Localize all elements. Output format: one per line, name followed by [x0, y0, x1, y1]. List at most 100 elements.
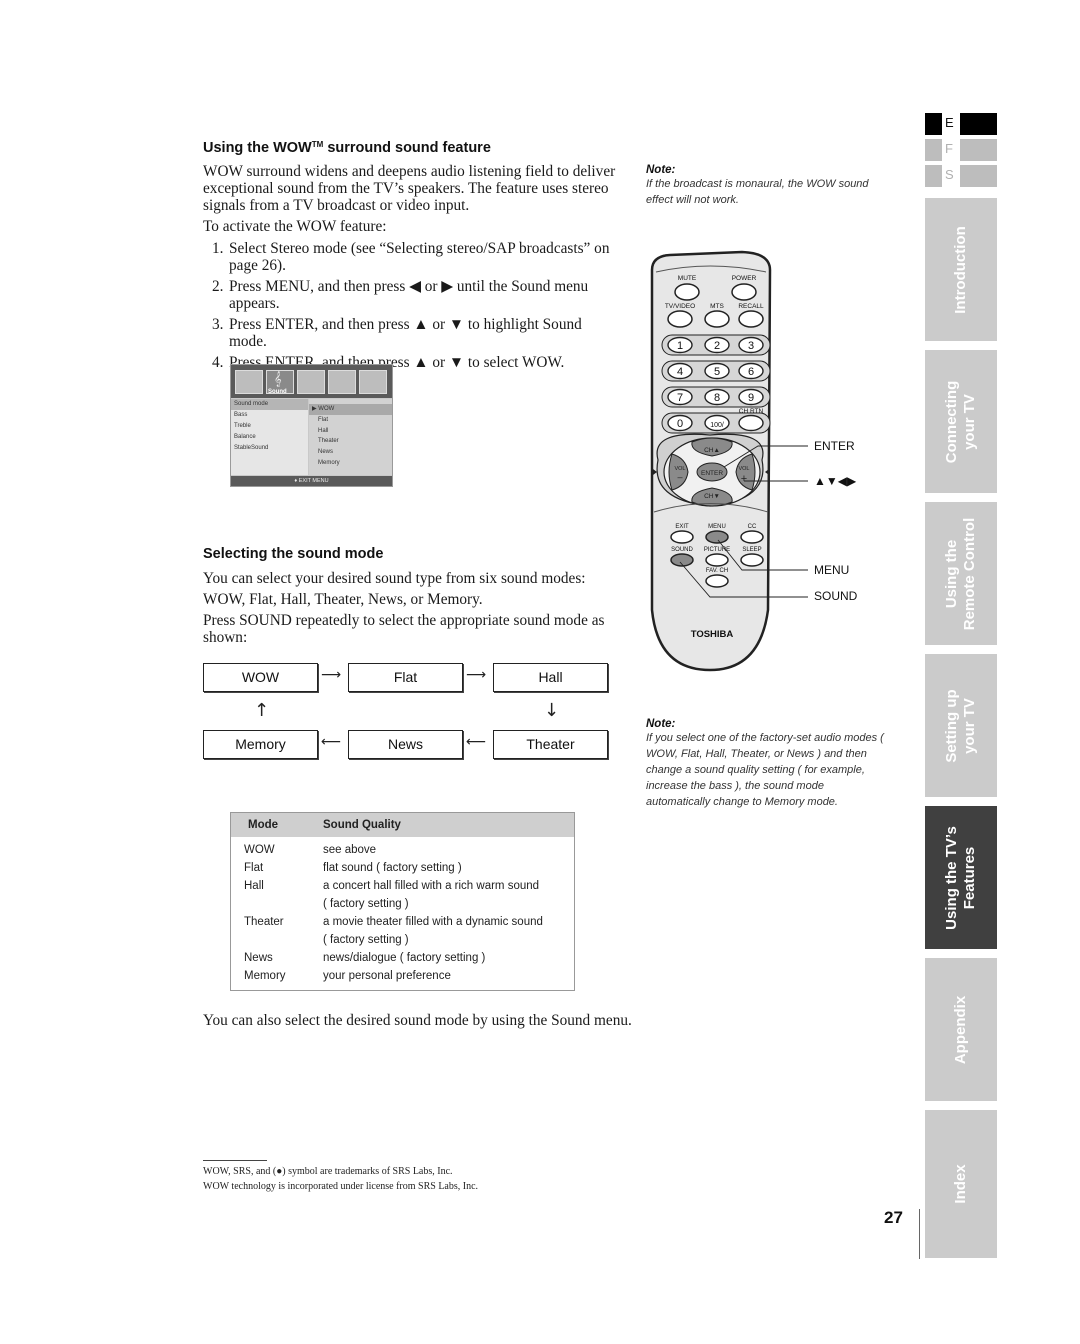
tab-line: Introduction — [952, 225, 969, 314]
cc-button[interactable] — [740, 530, 764, 544]
power-button[interactable] — [731, 283, 757, 301]
wow-steps: 1. Select Stereo mode (see “Selecting ste… — [203, 240, 623, 375]
label-vol-right: VOL — [738, 466, 749, 472]
label-cc: CC — [748, 524, 757, 530]
note-text: If the broadcast is monaural, the WOW so… — [646, 178, 869, 206]
table-row: Flat flat sound ( factory setting ) — [231, 859, 575, 877]
step-item: 1. Select Stereo mode (see “Selecting ste… — [203, 240, 623, 274]
label-minus: – — [677, 472, 682, 482]
callout-menu: MENU — [814, 563, 850, 577]
recall-button[interactable] — [738, 310, 764, 328]
ch-rtn-button[interactable] — [738, 414, 764, 432]
arrow-left-icon: ⟵ — [466, 734, 487, 750]
step-number: 2. — [212, 278, 224, 295]
lang-letter: S — [945, 167, 954, 182]
lang-marker — [925, 113, 942, 135]
tv-video-button[interactable] — [667, 310, 693, 328]
menu-button[interactable] — [705, 530, 729, 544]
note-title: Note: — [646, 164, 676, 176]
mode-box-flat: Flat — [348, 663, 463, 692]
quality-line: a movie theater filled with a dynamic so… — [323, 916, 543, 928]
table-header-row: Mode Sound Quality — [230, 812, 575, 837]
exit-button[interactable] — [670, 530, 694, 544]
column-header-quality: Sound Quality — [323, 812, 575, 837]
mode-cell: Hall — [244, 880, 264, 892]
intro-line: exceptional sound from the TV’s speakers… — [203, 180, 609, 197]
remote-control-illustration: MUTE POWER TV/VIDEO MTS RECALL 1 2 3 4 5 6 7 8 9… — [650, 250, 808, 672]
fav-ch-button[interactable] — [705, 574, 729, 588]
mode-box-hall: Hall — [493, 663, 608, 692]
note-text: If you select one of the factory-set aud… — [646, 732, 884, 808]
label-menu: MENU — [708, 524, 726, 530]
callout-arrows: ▲▼◀▶ — [814, 474, 857, 488]
footnote-trademark: WOW, SRS, and (●) symbol are trademarks … — [203, 1166, 453, 1177]
digit-label: 7 — [677, 392, 683, 404]
menu-item-bass: Bass — [234, 412, 248, 418]
para-line: WOW, Flat, Hall, Theater, News, or Memor… — [203, 591, 483, 608]
step-number: 4. — [212, 354, 224, 371]
timer-menu-icon — [297, 370, 325, 394]
section-heading-wow: Using the WOWTM surround sound feature — [203, 140, 491, 156]
label-enter: ENTER — [701, 470, 723, 477]
table-row: News news/dialogue ( factory setting ) — [231, 949, 575, 967]
label-ch-up: CH▲ — [704, 447, 720, 454]
label-power: POWER — [732, 275, 757, 282]
side-tab-remote-control[interactable]: Using the Remote Control — [925, 502, 997, 645]
side-tab-appendix[interactable]: Appendix — [925, 958, 997, 1101]
mode-cell: Theater — [244, 916, 284, 928]
mode-cell: News — [244, 952, 273, 964]
step-item: 2. Press MENU, and then press ◀ or ▶ unti… — [203, 278, 623, 312]
tab-label: Using the Remote Control — [943, 517, 979, 630]
menu-left-list: Sound mode Bass Treble Balance StableSou… — [231, 399, 308, 475]
digit-label: 5 — [714, 366, 720, 378]
side-tab-setting-up[interactable]: Setting up your TV — [925, 654, 997, 797]
side-tab-index[interactable]: Index — [925, 1110, 997, 1258]
footnotes: WOW, SRS, and (●) symbol are trademarks … — [203, 1164, 478, 1194]
note-monaural: Note: If the broadcast is monaural, the … — [646, 164, 891, 208]
digit-label: 2 — [714, 340, 720, 352]
tab-line: Setting up — [943, 688, 960, 763]
digit-label: 6 — [748, 366, 754, 378]
toshiba-logo: TOSHIBA — [691, 629, 734, 640]
menu-footer: ♦ EXIT MENU — [231, 476, 392, 486]
side-tab-introduction[interactable]: Introduction — [925, 198, 997, 341]
footnote-license: WOW technology is incorporated under lic… — [203, 1181, 479, 1192]
note-title: Note: — [646, 718, 676, 730]
tab-label: Connecting your TV — [943, 380, 979, 463]
footnote-rule — [203, 1160, 267, 1161]
tab-line: Remote Control — [961, 517, 978, 630]
mute-button[interactable] — [674, 283, 700, 301]
tab-label: Introduction — [952, 226, 970, 313]
lang-marker — [925, 165, 942, 187]
language-e[interactable]: E — [925, 113, 997, 135]
menu-option-wow: ▶ WOW — [309, 404, 392, 415]
tab-label: Appendix — [952, 995, 970, 1063]
label-mts: MTS — [710, 303, 724, 310]
picture-button[interactable] — [705, 553, 729, 567]
option-menu-icon — [359, 370, 387, 394]
side-tab-features[interactable]: Using the TV’s Features — [925, 806, 997, 949]
label-exit: EXIT — [675, 524, 689, 530]
quality-line: ( factory setting ) — [323, 898, 409, 910]
language-s[interactable]: S — [925, 165, 997, 187]
lang-letter: F — [945, 141, 953, 156]
label-mute: MUTE — [678, 275, 697, 282]
digit-label: 1 — [677, 340, 683, 352]
menu-option-flat: Flat — [318, 416, 329, 423]
lang-bar — [960, 165, 997, 187]
table-row: WOW see above — [231, 837, 575, 859]
setup-menu-icon — [328, 370, 356, 394]
step-item: 3. Press ENTER, and then press ▲ or ▼ to … — [203, 316, 623, 350]
quality-line: ( factory setting ) — [323, 934, 409, 946]
language-f[interactable]: F — [925, 139, 997, 161]
label-sound: SOUND — [671, 547, 693, 553]
lang-bar — [960, 139, 997, 161]
quality-cell: a movie theater filled with a dynamic so… — [323, 913, 575, 949]
sleep-button[interactable] — [740, 553, 764, 567]
trademark-mark: TM — [311, 140, 324, 149]
side-tab-connecting[interactable]: Connecting your TV — [925, 350, 997, 493]
mts-button[interactable] — [704, 310, 730, 328]
digit-label: 4 — [677, 366, 683, 378]
menu-option-theater: Theater — [318, 438, 339, 445]
sound-quality-table: Mode Sound Quality WOW see above Flat flat… — [230, 812, 575, 991]
